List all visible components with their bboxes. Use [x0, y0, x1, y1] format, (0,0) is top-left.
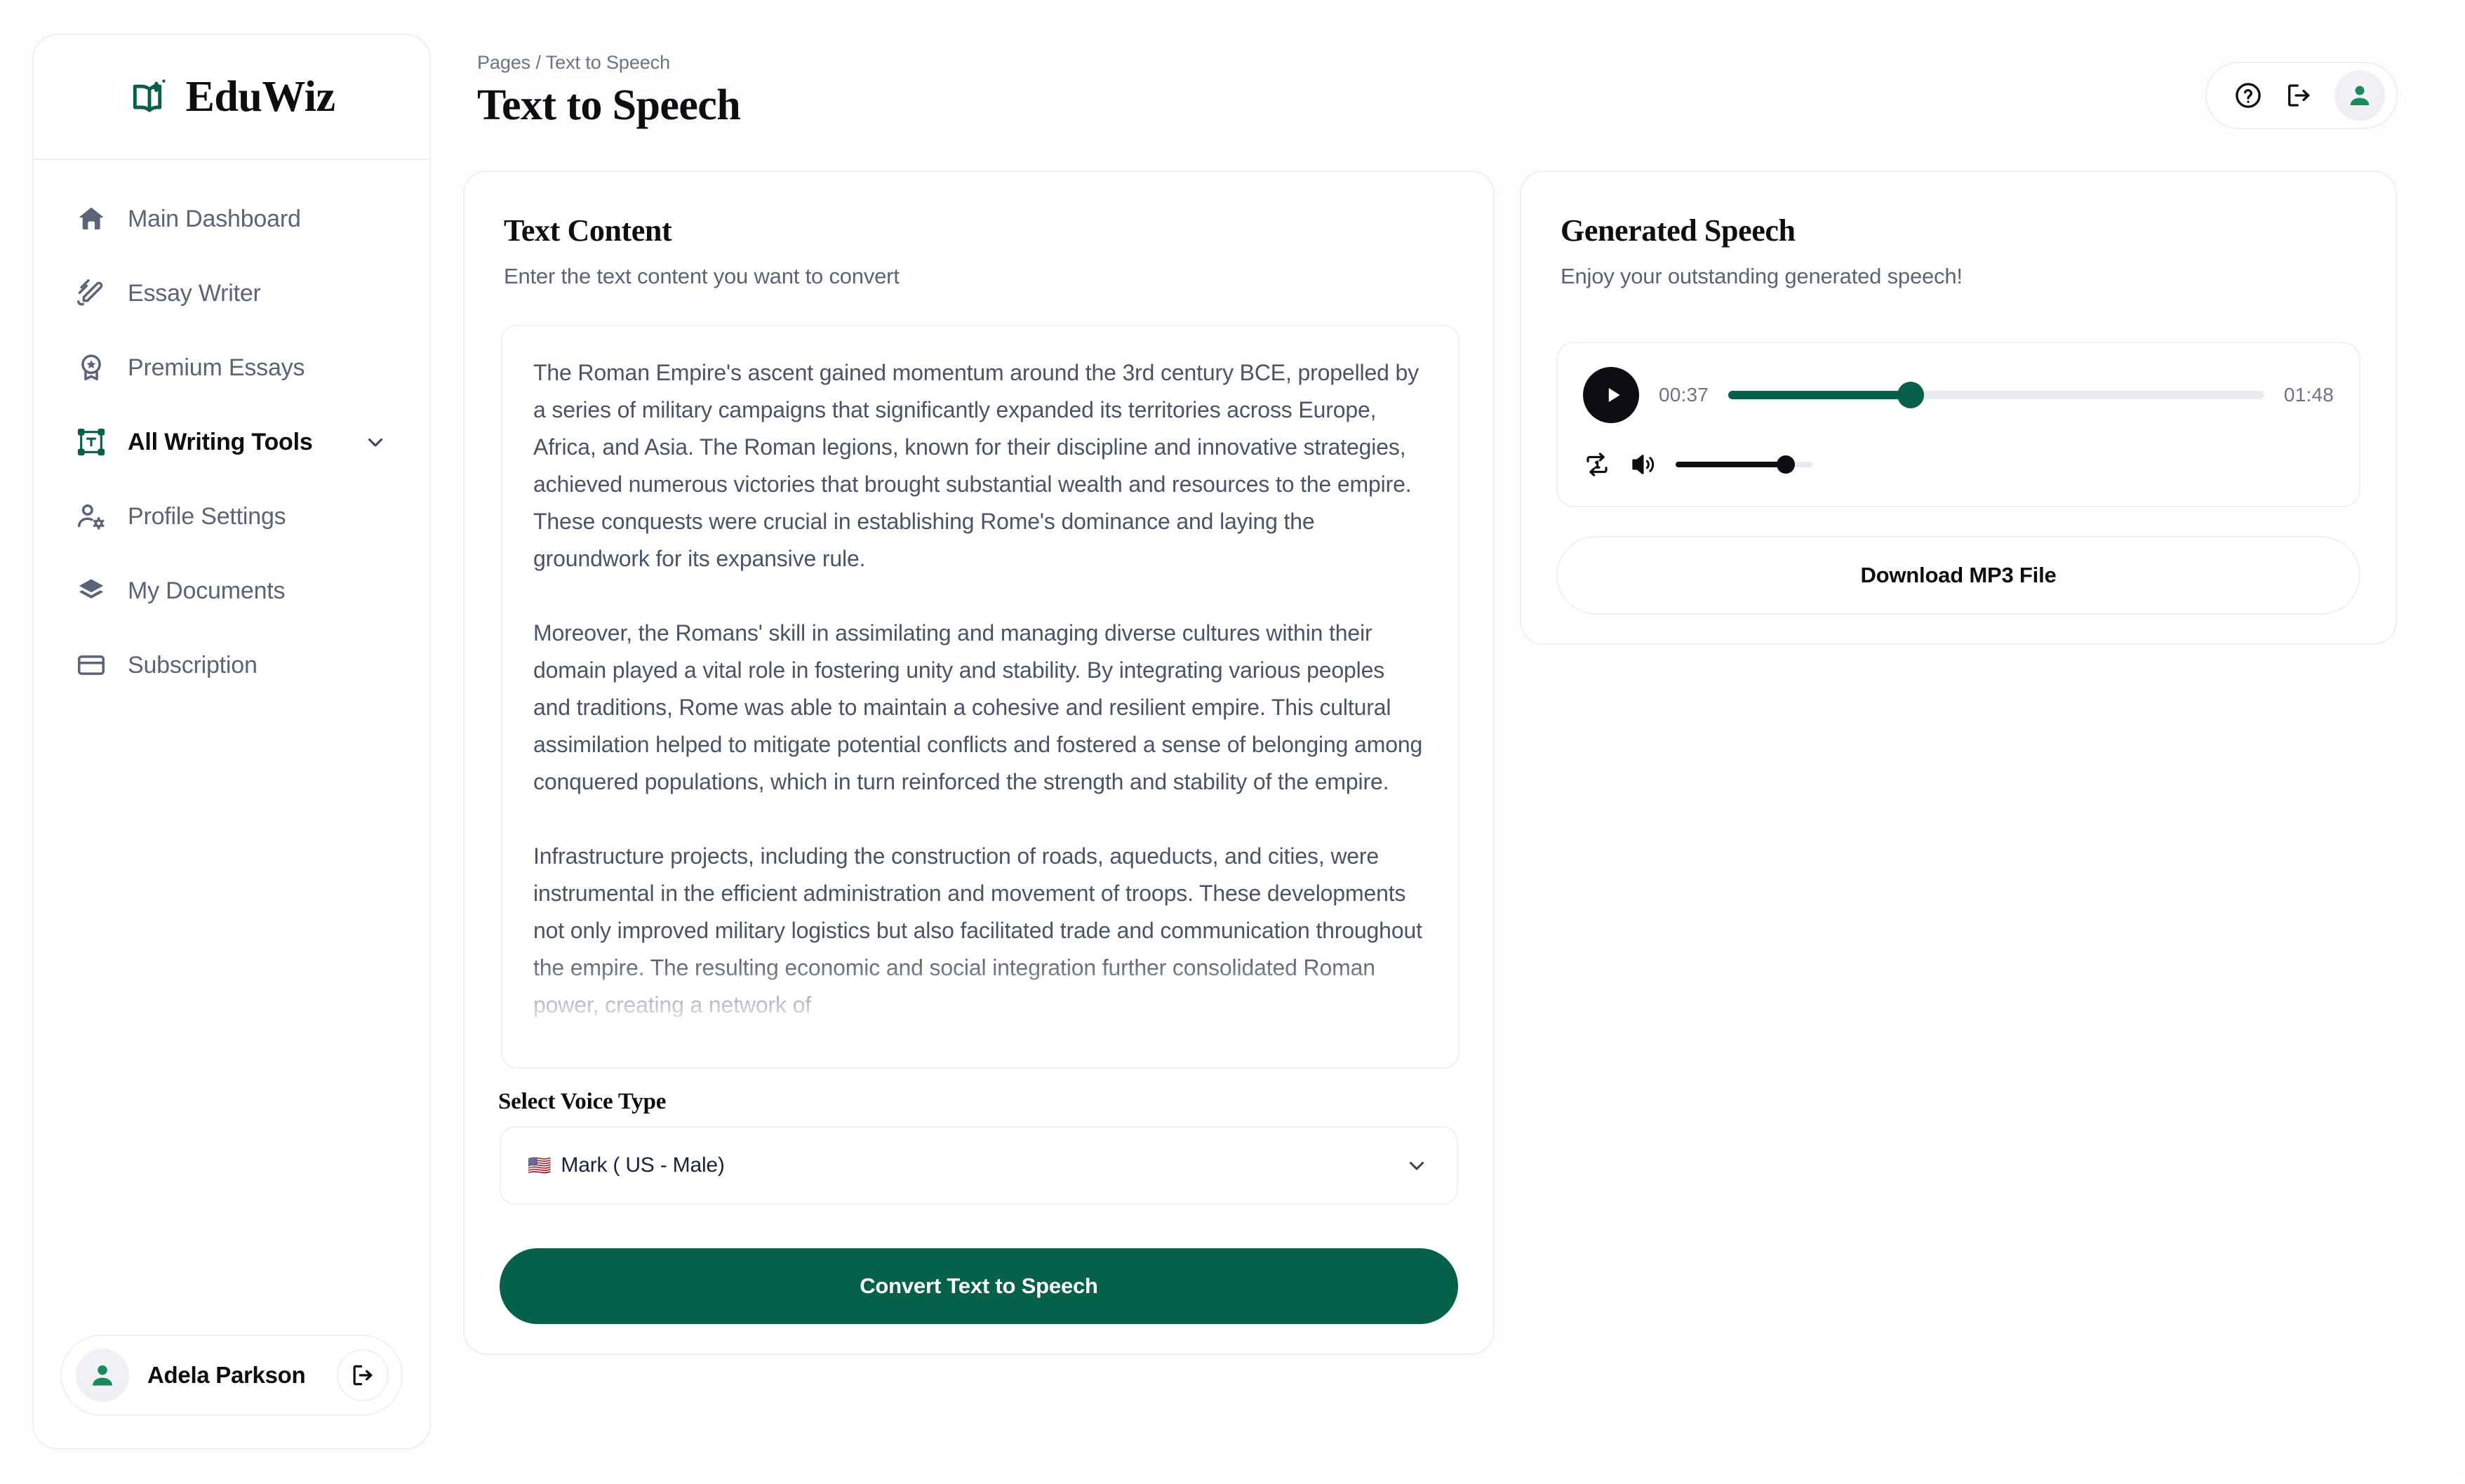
- sidebar-user-name: Adela Parkson: [147, 1362, 306, 1388]
- current-time-label: 00:37: [1659, 384, 1709, 406]
- header-avatar[interactable]: [2334, 70, 2385, 121]
- voice-select-value: Mark ( US - Male): [561, 1154, 725, 1177]
- sidebar: EduWiz Main Dashboard Essay Writer Premi…: [32, 34, 431, 1450]
- text-paragraph: Infrastructure projects, including the c…: [533, 843, 1422, 1017]
- sidebar-user-card[interactable]: Adela Parkson: [60, 1335, 403, 1416]
- page-header: Pages / Text to Speech Text to Speech: [477, 52, 2398, 136]
- user-gear-icon: [76, 501, 107, 532]
- seek-fill: [1728, 391, 1911, 399]
- sidebar-item-label: Essay Writer: [128, 279, 261, 307]
- open-book-sparkle-icon: [128, 75, 172, 119]
- text-card-subtitle: Enter the text content you want to conve…: [504, 264, 900, 288]
- us-flag-icon: 🇺🇸: [528, 1154, 552, 1176]
- play-triangle-icon: [1608, 387, 1620, 403]
- sidebar-item-profile-settings[interactable]: Profile Settings: [34, 491, 429, 542]
- brand-logo[interactable]: EduWiz: [34, 35, 429, 160]
- award-star-icon: [76, 352, 107, 383]
- sidebar-logout-button[interactable]: [337, 1349, 389, 1401]
- sidebar-item-main-dashboard[interactable]: Main Dashboard: [34, 194, 429, 244]
- app-window: EduWiz Main Dashboard Essay Writer Premi…: [0, 0, 2465, 1484]
- sidebar-item-premium-essays[interactable]: Premium Essays: [34, 342, 429, 393]
- text-frame-icon: [76, 427, 107, 457]
- sidebar-item-essay-writer[interactable]: Essay Writer: [34, 268, 429, 319]
- speech-card-title: Generated Speech: [1561, 213, 1796, 248]
- sidebar-item-label: Profile Settings: [128, 502, 286, 530]
- header-actions: [2205, 62, 2398, 129]
- text-input-wrapper: The Roman Empire's ascent gained momentu…: [501, 325, 1459, 1069]
- volume-fill: [1676, 462, 1786, 467]
- convert-text-to-speech-button[interactable]: Convert Text to Speech: [500, 1248, 1458, 1324]
- volume-slider[interactable]: [1676, 455, 1813, 474]
- player-options-row: [1583, 447, 2334, 482]
- breadcrumb[interactable]: Pages / Text to Speech: [477, 52, 2398, 74]
- chevron-down-icon: [1405, 1154, 1429, 1177]
- credit-card-icon: [76, 650, 107, 681]
- brand-name: EduWiz: [185, 72, 335, 121]
- seek-slider[interactable]: [1728, 382, 2264, 408]
- sidebar-item-all-writing-tools[interactable]: All Writing Tools: [34, 417, 429, 467]
- sidebar-item-my-documents[interactable]: My Documents: [34, 566, 429, 616]
- pencil-lines-icon: [76, 278, 107, 309]
- text-card-title: Text Content: [504, 213, 672, 248]
- total-time-label: 01:48: [2283, 384, 2334, 406]
- play-button[interactable]: [1583, 367, 1639, 423]
- text-paragraph: The Roman Empire's ascent gained momentu…: [533, 360, 1419, 571]
- question-circle-icon[interactable]: [2233, 81, 2263, 110]
- sidebar-item-label: My Documents: [128, 577, 286, 604]
- player-transport-row: 00:37 01:48: [1583, 367, 2334, 423]
- speech-card-head: Generated Speech Enjoy your outstanding …: [1521, 172, 2396, 289]
- logout-arrow-icon[interactable]: [2284, 81, 2313, 110]
- chevron-down-icon[interactable]: [363, 430, 387, 454]
- speech-card-subtitle: Enjoy your outstanding generated speech!: [1561, 264, 1963, 288]
- text-paragraph: Moreover, the Romans' skill in assimilat…: [533, 620, 1423, 794]
- voice-select-value-wrap: 🇺🇸 Mark ( US - Male): [528, 1154, 1405, 1177]
- text-card-head: Text Content Enter the text content you …: [465, 172, 1493, 289]
- sidebar-item-label: All Writing Tools: [128, 428, 313, 455]
- sidebar-item-label: Premium Essays: [128, 354, 305, 381]
- audio-player: 00:37 01:48: [1556, 342, 2360, 507]
- repeat-one-icon[interactable]: [1583, 450, 1611, 479]
- text-input[interactable]: The Roman Empire's ascent gained momentu…: [501, 325, 1459, 1069]
- seek-thumb[interactable]: [1897, 382, 1924, 408]
- download-mp3-button[interactable]: Download MP3 File: [1556, 536, 2360, 615]
- avatar: [76, 1349, 129, 1402]
- voice-type-label: Select Voice Type: [498, 1089, 667, 1114]
- volume-thumb[interactable]: [1776, 455, 1795, 474]
- home-icon: [76, 203, 107, 234]
- speaker-wave-icon[interactable]: [1629, 450, 1657, 479]
- sidebar-item-label: Subscription: [128, 651, 258, 679]
- voice-type-select[interactable]: 🇺🇸 Mark ( US - Male): [500, 1126, 1458, 1205]
- sidebar-item-subscription[interactable]: Subscription: [34, 640, 429, 690]
- page-title: Text to Speech: [477, 81, 741, 129]
- sidebar-item-label: Main Dashboard: [128, 205, 301, 232]
- layers-icon: [76, 575, 107, 606]
- sidebar-nav: Main Dashboard Essay Writer Premium Essa…: [34, 160, 429, 1335]
